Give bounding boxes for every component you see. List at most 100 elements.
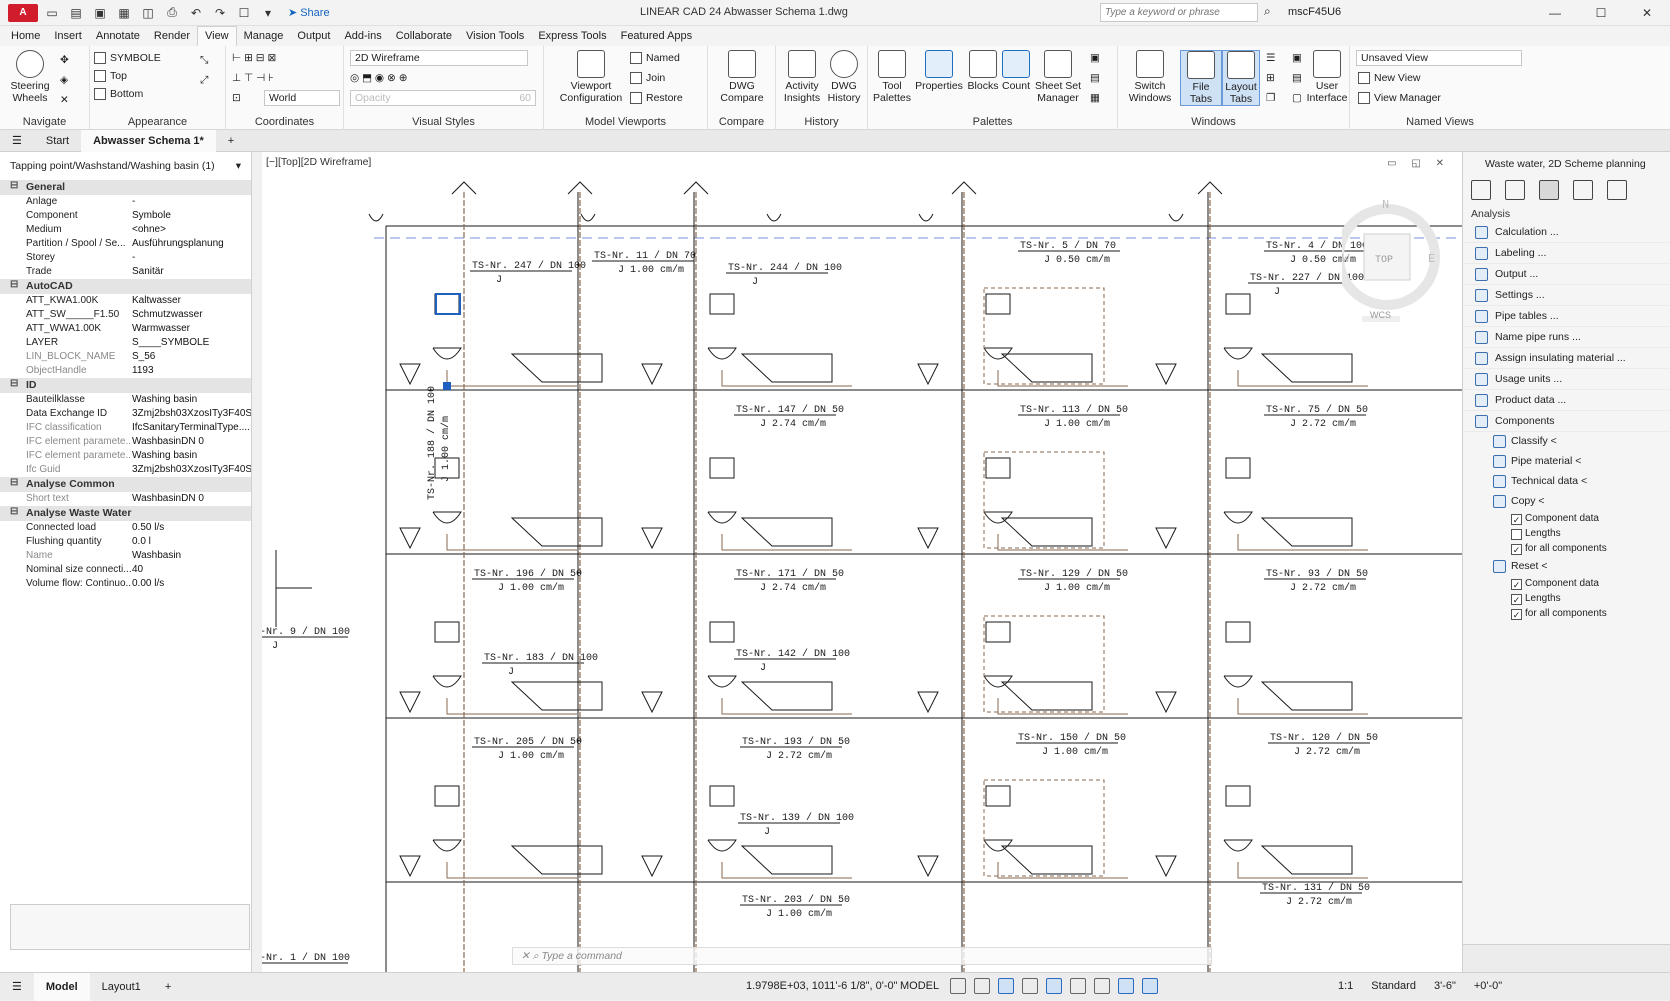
- new-file-icon[interactable]: ▭: [42, 3, 62, 23]
- slope-label[interactable]: J 0.50 cm/m: [1044, 254, 1110, 266]
- branch-pipe[interactable]: [446, 534, 577, 551]
- room-outline[interactable]: [983, 615, 1105, 713]
- snap-icon[interactable]: [974, 978, 990, 994]
- dwg-history-button[interactable]: DWG History: [824, 50, 864, 104]
- steering-wheels-button[interactable]: Steering Wheels: [8, 50, 52, 104]
- ucs-axis-icon[interactable]: ⊥ ⊤ ⊣ ⊦: [232, 72, 274, 84]
- pipe-label[interactable]: TS-Nr. 244 / DN 100: [728, 262, 842, 274]
- room-outline[interactable]: [983, 779, 1105, 877]
- washbasin-symbol[interactable]: [985, 621, 1011, 643]
- property-row[interactable]: Data Exchange ID 3Zmj2bsh03XzosITy3F40S: [0, 407, 251, 421]
- schematic-drawing[interactable]: TS-Nr. 247 / DN 100 J TS-Nr. 11 / DN 70 J 1…: [246, 152, 1462, 972]
- drain-symbol[interactable]: [917, 691, 939, 714]
- slope-label[interactable]: J 2.74 cm/m: [760, 582, 826, 594]
- join-viewports-button[interactable]: Join: [630, 72, 665, 84]
- checkbox-icon[interactable]: ✓: [1511, 514, 1522, 525]
- slope-label[interactable]: J 2.72 cm/m: [1286, 896, 1352, 908]
- slope-label[interactable]: J: [272, 641, 278, 652]
- pipe-label[interactable]: TS-Nr. 5 / DN 70: [1020, 240, 1116, 252]
- search-input[interactable]: [1100, 3, 1258, 22]
- named-view-dropdown[interactable]: Unsaved View: [1356, 50, 1522, 66]
- user-account[interactable]: mscF45U6: [1288, 6, 1341, 18]
- pan-icon[interactable]: ✥: [60, 54, 69, 66]
- tab-home[interactable]: Home: [4, 27, 47, 46]
- property-row[interactable]: Trade Sanitär: [0, 265, 251, 279]
- menu-icon[interactable]: [1471, 180, 1491, 200]
- property-row[interactable]: LAYER S____SYMBOLE: [0, 336, 251, 350]
- bathtub-symbol[interactable]: [1260, 845, 1353, 875]
- pipe-label[interactable]: TS-Nr. 147 / DN 50: [736, 404, 844, 416]
- roof-drain-symbol[interactable]: [766, 213, 782, 222]
- drawing-canvas[interactable]: [−][Top][2D Wireframe] ▭ ◱ ✕ TS-Nr. 247 …: [246, 152, 1462, 972]
- property-row[interactable]: Anlage -: [0, 195, 251, 209]
- basin-symbol[interactable]: [1223, 347, 1253, 360]
- room-outline[interactable]: [983, 287, 1105, 385]
- pencil-icon[interactable]: [1505, 180, 1525, 200]
- property-value[interactable]: 3Zmj2bsh03XzosITy3F40S: [132, 463, 251, 477]
- appearance-item-symbole[interactable]: SYMBOLE: [94, 52, 161, 64]
- add-layout-icon[interactable]: +: [153, 981, 183, 993]
- property-value[interactable]: IfcSanitaryTerminalType....: [132, 421, 251, 435]
- view-manager-button[interactable]: View Manager: [1358, 92, 1441, 104]
- close-icon[interactable]: ✕: [521, 950, 530, 962]
- layout-menu-icon[interactable]: ☰: [0, 980, 34, 993]
- drain-symbol[interactable]: [399, 691, 421, 714]
- restore-icon[interactable]: ⤡: [200, 54, 208, 67]
- branch-pipe[interactable]: [446, 862, 577, 879]
- property-value[interactable]: 0.0 l: [132, 535, 251, 549]
- property-section[interactable]: General: [0, 180, 251, 195]
- property-row[interactable]: ATT_KWA1.00K Kaltwasser: [0, 294, 251, 308]
- print-icon[interactable]: ⎙: [162, 3, 182, 23]
- analysis-item-assign-insulating-material[interactable]: Assign insulating material ...: [1463, 348, 1670, 369]
- viewport-window-controls[interactable]: ▭ ◱ ✕: [1387, 158, 1450, 169]
- pipe-label[interactable]: TS-Nr. 1 / DN 100: [248, 952, 350, 964]
- tab-manage[interactable]: Manage: [237, 27, 291, 46]
- orbit-icon[interactable]: ◈: [60, 74, 68, 86]
- basin-symbol[interactable]: [707, 511, 737, 524]
- analysis-item-product-data[interactable]: Product data ...: [1463, 390, 1670, 411]
- property-value[interactable]: Ausführungsplanung: [132, 237, 251, 251]
- close-icon[interactable]: ✕: [1624, 0, 1670, 26]
- slope-label[interactable]: J 2.72 cm/m: [1294, 746, 1360, 758]
- palette-extra-icon[interactable]: ▦: [1090, 92, 1100, 104]
- slope-label[interactable]: J 2.72 cm/m: [1290, 418, 1356, 430]
- slope-label[interactable]: J 1.00 cm/m: [498, 750, 564, 762]
- property-value[interactable]: WashbasinDN 0: [132, 435, 251, 449]
- property-row[interactable]: Partition / Spool / Se... Ausführungsplan…: [0, 237, 251, 251]
- property-row[interactable]: Ifc Guid 3Zmj2bsh03XzosITy3F40S: [0, 463, 251, 477]
- property-value[interactable]: S_56: [132, 350, 251, 364]
- slope-label[interactable]: J 2.74 cm/m: [760, 418, 826, 430]
- property-section[interactable]: ID: [0, 378, 251, 393]
- analysis-item-pipe-tables[interactable]: Pipe tables ...: [1463, 306, 1670, 327]
- minimize-icon[interactable]: —: [1532, 0, 1578, 26]
- property-row[interactable]: Flushing quantity 0.0 l: [0, 535, 251, 549]
- property-row[interactable]: Medium <ohne>: [0, 223, 251, 237]
- option-checkbox[interactable]: ✓ for all components: [1463, 542, 1670, 557]
- appearance-item-top[interactable]: Top: [94, 70, 127, 82]
- maximize-icon[interactable]: ☐: [1578, 0, 1624, 26]
- bathtub-symbol[interactable]: [510, 517, 603, 547]
- slope-label[interactable]: J 2.72 cm/m: [1290, 582, 1356, 594]
- restore-viewports-button[interactable]: Restore: [630, 92, 683, 104]
- property-value[interactable]: Symbole: [132, 209, 251, 223]
- washbasin-symbol[interactable]: [985, 785, 1011, 807]
- annotation-scale-icon[interactable]: [1142, 978, 1158, 994]
- basin-symbol[interactable]: [707, 675, 737, 688]
- component-action[interactable]: Classify <: [1463, 432, 1670, 452]
- property-value[interactable]: S____SYMBOLE: [132, 336, 251, 350]
- property-value[interactable]: WashbasinDN 0: [132, 492, 251, 506]
- drain-symbol[interactable]: [917, 527, 939, 550]
- tab-model[interactable]: Model: [33, 972, 90, 1001]
- option-checkbox[interactable]: ✓ for all components: [1463, 607, 1670, 622]
- bathtub-symbol[interactable]: [510, 681, 603, 711]
- property-section[interactable]: AutoCAD: [0, 279, 251, 294]
- open-file-icon[interactable]: ▤: [66, 3, 86, 23]
- new-tab-icon[interactable]: +: [216, 130, 246, 152]
- component-action[interactable]: Copy <: [1463, 492, 1670, 512]
- share-button[interactable]: ➤ Share: [288, 6, 330, 20]
- roof-drain-symbol[interactable]: [918, 213, 934, 222]
- ucs-dropdown[interactable]: World: [264, 90, 340, 106]
- branch-pipe[interactable]: [1237, 698, 1368, 715]
- appearance-item-bottom[interactable]: Bottom: [94, 88, 143, 100]
- analysis-item-settings[interactable]: Settings ...: [1463, 285, 1670, 306]
